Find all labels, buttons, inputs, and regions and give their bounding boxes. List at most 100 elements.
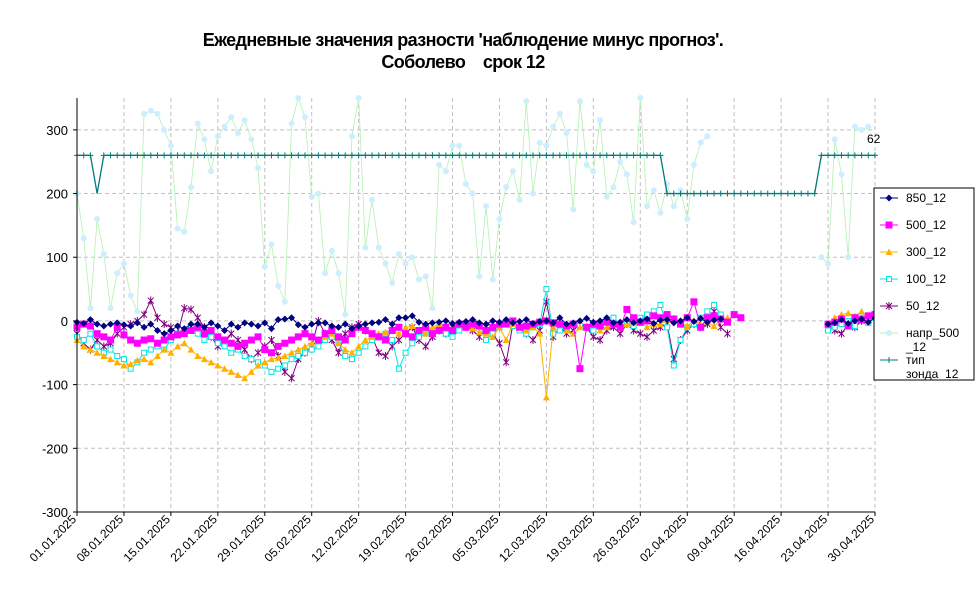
legend-label: 300_12 — [906, 245, 946, 259]
data-point — [248, 136, 255, 143]
data-point — [717, 190, 724, 197]
data-point — [610, 184, 617, 191]
data-point — [87, 152, 94, 159]
data-point — [341, 329, 349, 338]
data-point — [388, 326, 396, 334]
data-point — [308, 320, 316, 328]
data-point — [382, 260, 389, 267]
data-point — [93, 320, 101, 328]
data-point — [395, 336, 403, 345]
data-point — [301, 330, 309, 338]
data-point — [381, 316, 389, 324]
data-point — [120, 260, 127, 267]
y-tick-label: -200 — [42, 441, 68, 456]
data-point — [489, 152, 496, 159]
y-tick-label: 200 — [46, 187, 68, 202]
data-point — [341, 320, 349, 328]
legend: 850_12500_12300_12100_1250_12напр_500 _12… — [873, 187, 975, 381]
data-point — [86, 322, 94, 330]
data-point — [335, 270, 342, 277]
data-point — [127, 292, 134, 299]
data-point — [764, 190, 771, 197]
data-point — [758, 190, 764, 197]
data-point — [375, 318, 383, 326]
data-point — [409, 254, 416, 261]
data-point — [147, 152, 154, 159]
data-point — [181, 228, 188, 235]
data-point — [281, 339, 289, 347]
data-point — [583, 152, 590, 159]
data-point — [375, 244, 382, 251]
data-point — [133, 319, 141, 327]
data-point — [731, 190, 738, 197]
data-point — [107, 336, 115, 344]
data-point — [442, 152, 449, 159]
data-point — [408, 333, 416, 341]
data-point — [194, 330, 201, 337]
data-point — [120, 152, 127, 159]
data-point — [697, 190, 704, 197]
data-point — [362, 343, 369, 350]
data-point — [496, 339, 503, 348]
data-point — [134, 308, 141, 315]
data-point — [825, 152, 832, 159]
data-point — [114, 152, 121, 159]
data-point — [94, 216, 101, 223]
data-point — [402, 314, 410, 322]
data-point — [147, 335, 155, 343]
x-tick-label: 05.02.2025 — [261, 512, 314, 565]
data-point — [657, 152, 664, 159]
data-point — [503, 184, 510, 191]
x-tick-label: 30.04.2025 — [825, 512, 878, 565]
data-point — [288, 336, 296, 344]
data-point — [711, 302, 718, 308]
data-point — [576, 152, 583, 159]
data-point — [670, 362, 677, 369]
x-tick-labels: 01.01.202508.01.202515.01.202522.01.2025… — [27, 512, 878, 565]
data-point — [482, 320, 490, 328]
data-point — [308, 333, 316, 341]
data-point — [120, 331, 128, 339]
data-point — [140, 323, 148, 331]
data-point — [550, 123, 557, 130]
x-tick-label: 08.01.2025 — [74, 512, 127, 565]
data-point — [596, 336, 604, 345]
data-point — [375, 152, 382, 159]
data-point — [503, 152, 510, 159]
data-point — [530, 152, 536, 159]
data-point — [858, 126, 865, 133]
data-point — [395, 365, 402, 372]
data-point — [160, 336, 168, 344]
data-point — [489, 323, 497, 331]
data-point — [442, 323, 450, 331]
data-point — [576, 98, 583, 105]
data-point — [234, 342, 242, 350]
data-point — [315, 190, 322, 197]
x-tick-label: 02.04.2025 — [637, 512, 690, 565]
data-point — [301, 342, 309, 350]
data-point — [194, 152, 201, 159]
data-point — [838, 152, 845, 159]
data-point — [616, 329, 624, 338]
data-point — [234, 323, 242, 331]
data-point — [335, 333, 343, 341]
data-point — [141, 152, 148, 159]
data-point — [248, 152, 255, 159]
data-point — [100, 342, 108, 351]
data-point — [274, 342, 282, 350]
data-point — [80, 337, 87, 344]
data-point — [113, 358, 121, 366]
data-point — [234, 152, 241, 159]
data-point — [509, 152, 516, 159]
data-point — [543, 286, 550, 293]
data-point — [630, 152, 637, 159]
data-point — [227, 339, 235, 347]
legend-label: 850_12 — [906, 191, 946, 205]
data-point — [161, 126, 168, 133]
data-point — [670, 203, 677, 210]
data-point — [778, 190, 785, 197]
data-point — [597, 117, 604, 124]
data-point — [529, 336, 537, 345]
data-point — [556, 110, 563, 117]
data-point — [502, 336, 510, 344]
